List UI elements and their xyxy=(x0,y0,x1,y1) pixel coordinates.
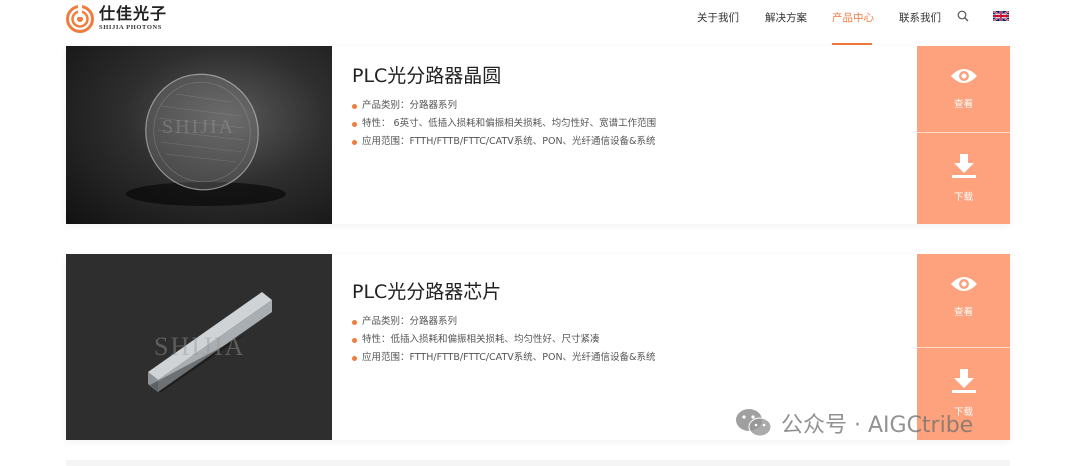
logo-en: SHIJIA PHOTONS xyxy=(99,24,163,32)
bullet-dot xyxy=(352,139,357,145)
nav-item-about[interactable]: 关于我们 xyxy=(697,10,739,25)
download-button[interactable]: 下载 xyxy=(917,132,1010,224)
product-title[interactable]: PLC光分路器晶圆 xyxy=(352,61,656,88)
product-features: 特性： 6英寸、低插入损耗和偏振相关损耗、均匀性好、宽谱工作范围 xyxy=(352,115,656,133)
bullet-text: 特性： 6英寸、低插入损耗和偏振相关损耗、均匀性好、宽谱工作范围 xyxy=(362,118,657,129)
search-icon[interactable] xyxy=(957,10,969,22)
product-applications: 应用范围：FTTH/FTTB/FTTC/CATV系统、PON、光纤通信设备&系统 xyxy=(352,133,656,151)
bullet-text: 产品类别：分路器系列 xyxy=(362,316,458,327)
overlay-watermark-text: 公众号 · AIGCtribe xyxy=(781,413,974,438)
logo-text: 仕佳光子 SHIJIA PHOTONS xyxy=(99,6,167,32)
image-watermark: SHIJIA xyxy=(162,116,236,138)
image-watermark: SHIJIA xyxy=(154,332,246,361)
download-label: 下载 xyxy=(953,192,973,203)
eye-icon xyxy=(950,277,977,291)
product-info: PLC光分路器晶圆 产品类别：分路器系列 特性： 6英寸、低插入损耗和偏振相关损… xyxy=(352,61,656,151)
nav-active-indicator xyxy=(832,43,872,45)
product-category: 产品类别：分路器系列 xyxy=(352,313,655,331)
view-label: 查看 xyxy=(953,99,973,110)
view-button[interactable]: 查看 xyxy=(917,46,1010,132)
product-image-chip[interactable]: SHIJIA xyxy=(66,254,332,440)
bullet-dot xyxy=(352,337,357,343)
download-icon xyxy=(951,154,976,178)
uk-flag-icon[interactable] xyxy=(993,11,1009,21)
product-category: 产品类别：分路器系列 xyxy=(352,97,656,115)
download-icon xyxy=(951,369,976,393)
bullet-text: 特性：低插入损耗和偏振相关损耗、均匀性好、尺寸紧凑 xyxy=(362,334,600,345)
bullet-dot xyxy=(352,103,357,109)
product-title[interactable]: PLC光分路器芯片 xyxy=(352,277,655,304)
bullet-text: 应用范围：FTTH/FTTB/FTTC/CATV系统、PON、光纤通信设备&系统 xyxy=(362,352,656,363)
nav-item-contact[interactable]: 联系我们 xyxy=(899,10,941,25)
product-image-wafer[interactable]: SHIJIA xyxy=(66,46,332,224)
product-info: PLC光分路器芯片 产品类别：分路器系列 特性：低插入损耗和偏振相关损耗、均匀性… xyxy=(352,277,655,367)
wechat-icon xyxy=(736,409,772,437)
view-label: 查看 xyxy=(953,307,973,318)
bullet-dot xyxy=(352,355,357,361)
logo-icon xyxy=(66,5,94,33)
logo-cn: 仕佳光子 xyxy=(99,4,168,24)
bullet-dot xyxy=(352,319,357,325)
nav-item-products[interactable]: 产品中心 xyxy=(832,10,874,25)
overlay-watermark: 公众号 · AIGCtribe xyxy=(735,405,973,441)
next-card-edge xyxy=(66,460,1010,466)
product-features: 特性：低插入损耗和偏振相关损耗、均匀性好、尺寸紧凑 xyxy=(352,331,655,349)
bullet-text: 应用范围：FTTH/FTTB/FTTC/CATV系统、PON、光纤通信设备&系统 xyxy=(362,136,656,147)
product-card: SHIJIA PLC光分路器晶圆 产品类别：分路器系列 特性： 6英寸、低插入损… xyxy=(66,46,1010,224)
bullet-dot xyxy=(352,121,357,127)
logo[interactable]: 仕佳光子 SHIJIA PHOTONS xyxy=(66,4,167,34)
bullet-text: 产品类别：分路器系列 xyxy=(362,100,458,111)
eye-icon xyxy=(950,69,977,83)
nav-item-solutions[interactable]: 解决方案 xyxy=(765,10,807,25)
view-button[interactable]: 查看 xyxy=(917,254,1010,347)
site-header: 仕佳光子 SHIJIA PHOTONS 关于我们 解决方案 产品中心 联系我们 xyxy=(0,0,1080,46)
product-applications: 应用范围：FTTH/FTTB/FTTC/CATV系统、PON、光纤通信设备&系统 xyxy=(352,349,655,367)
